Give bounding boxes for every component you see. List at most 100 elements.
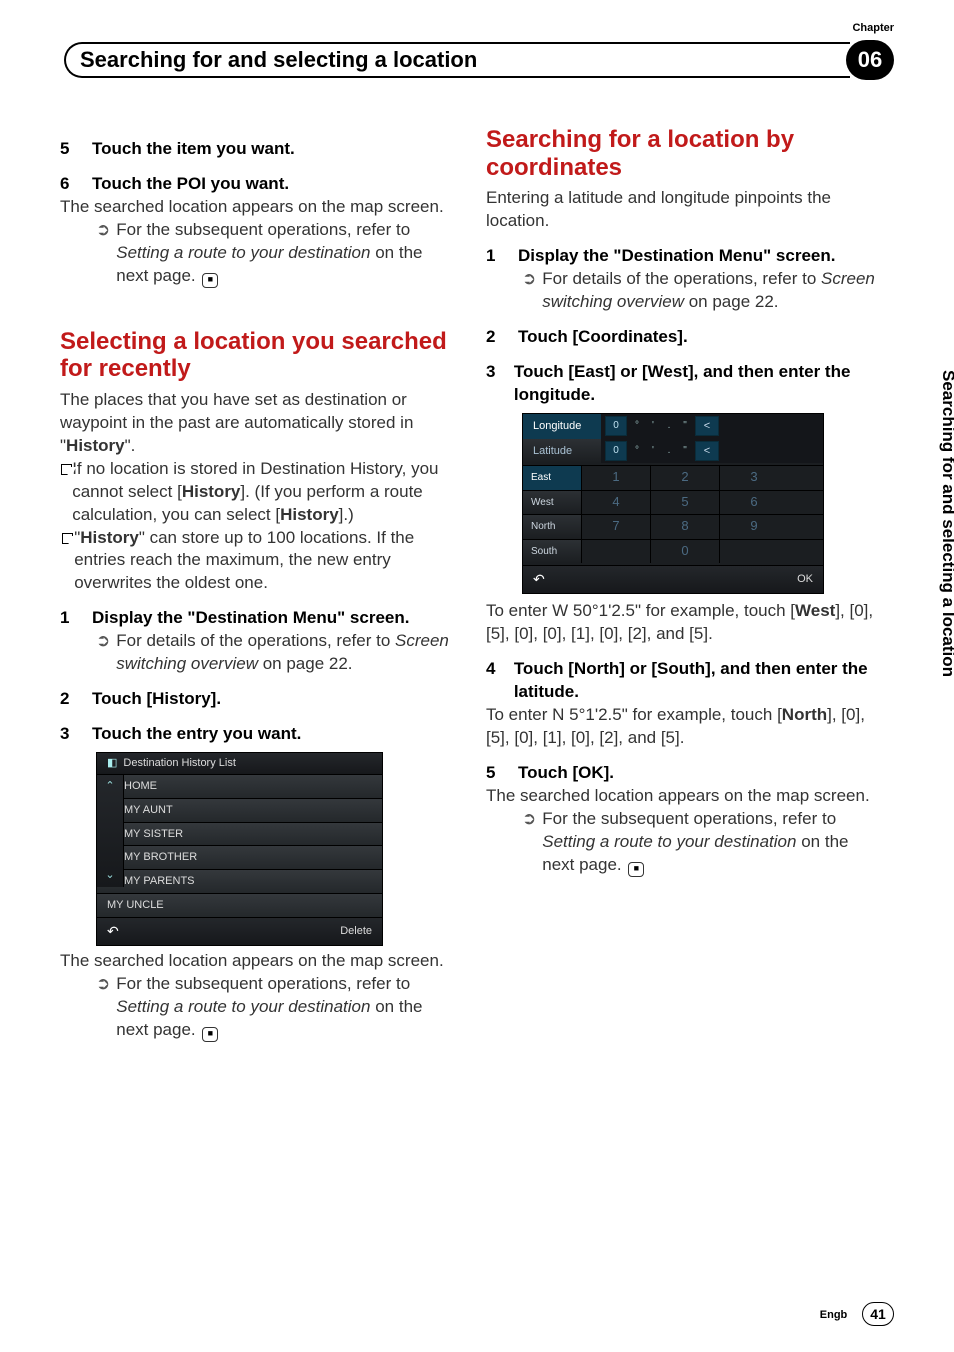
xref-text: on page 22. (258, 654, 353, 673)
section-title: Searching for and selecting a location (80, 47, 477, 73)
step-text: Touch the POI you want. (92, 173, 289, 196)
page-header: Chapter Searching for and selecting a lo… (60, 30, 894, 76)
key-3: 3 (719, 466, 788, 490)
crossref-arrow-icon (522, 268, 536, 314)
step-number: 3 (486, 361, 514, 407)
key-blank (581, 540, 650, 564)
note-bullet-icon (60, 458, 72, 527)
slot: 0 (605, 441, 627, 461)
crossref-arrow-icon (96, 219, 110, 288)
key-8: 8 (650, 515, 719, 539)
backspace-icon: < (695, 441, 719, 461)
back-icon: ↶ (107, 922, 119, 941)
west-button: West (523, 491, 581, 515)
xref-text: For the subsequent operations, refer to (116, 220, 410, 239)
left-step-1-note: For details of the operations, refer to … (60, 630, 456, 676)
footer-language: Engb (820, 1309, 848, 1321)
section-heading-coords: Searching for a location by coordinates (486, 126, 882, 181)
list-item: MY AUNT (97, 799, 382, 823)
longitude-field: 0 ° ' . " < (601, 414, 823, 439)
key-6: 6 (719, 491, 788, 515)
text: To enter N 5°1'2.5" for example, touch [ (486, 705, 782, 724)
xref-text: For details of the operations, refer to (116, 631, 395, 650)
recent-intro: The places that you have set as destinat… (60, 389, 456, 458)
text: ". (125, 436, 136, 455)
right-step-2: 2 Touch [Coordinates]. (486, 326, 882, 349)
slot: " (679, 442, 691, 460)
key-0: 0 (650, 540, 719, 564)
text-bold: History (280, 505, 339, 524)
text-bold: History (80, 528, 139, 547)
list-item: MY UNCLE (97, 894, 382, 918)
note-bullet-1: If no location is stored in Destination … (60, 458, 456, 527)
right-step-1-note: For details of the operations, refer to … (486, 268, 882, 314)
crossref-arrow-icon (96, 630, 110, 676)
step-number: 1 (486, 245, 518, 268)
list-item: HOME (97, 775, 382, 799)
step-5: 5 Touch the item you want. (60, 138, 456, 161)
key-5: 5 (650, 491, 719, 515)
key-7: 7 (581, 515, 650, 539)
text-bold: History (66, 436, 125, 455)
text: To enter W 50°1'2.5" for example, touch … (486, 601, 795, 620)
xref-text: For details of the operations, refer to (542, 269, 821, 288)
step-text: Touch [Coordinates]. (518, 326, 688, 349)
step-number: 5 (60, 138, 92, 161)
north-button: North (523, 515, 581, 539)
text-bold: West (795, 601, 835, 620)
step-number: 2 (486, 326, 518, 349)
right-step-3: 3 Touch [East] or [West], and then enter… (486, 361, 882, 407)
chapter-label: Chapter (852, 22, 894, 34)
step-number: 1 (60, 607, 92, 630)
right-step-5: 5 Touch [OK]. (486, 762, 882, 785)
step-text: Touch the entry you want. (92, 723, 301, 746)
page-footer: Engb 41 (820, 1302, 894, 1326)
after-history-body: The searched location appears on the map… (60, 950, 456, 973)
latitude-label: Latitude (523, 439, 601, 464)
step-text: Touch [OK]. (518, 762, 614, 785)
slot: 0 (605, 416, 627, 436)
xref-text: on page 22. (684, 292, 779, 311)
left-step-3: 3 Touch the entry you want. (60, 723, 456, 746)
footer-page-number: 41 (862, 1302, 894, 1326)
after-history-note: For the subsequent operations, refer to … (60, 973, 456, 1042)
scrollbar: ⌃ ⌄ (97, 775, 124, 887)
list-item: MY PARENTS (97, 870, 382, 894)
list-item: MY BROTHER (97, 846, 382, 870)
coords-intro: Entering a latitude and longitude pinpoi… (486, 187, 882, 233)
step-text: Display the "Destination Menu" screen. (92, 607, 409, 630)
xref-text: For the subsequent operations, refer to (542, 809, 836, 828)
right-step-5-body: The searched location appears on the map… (486, 785, 882, 808)
history-list-screenshot: ◧ Destination History List ⌃ ⌄ HOME MY A… (96, 752, 383, 946)
text-bold: North (782, 705, 827, 724)
slot: ° (631, 442, 643, 460)
longitude-label: Longitude (523, 414, 601, 439)
side-tab: Searching for and selecting a location (938, 370, 954, 815)
step-text: Touch [North] or [South], and then enter… (514, 658, 882, 704)
slot: " (679, 417, 691, 435)
side-tab-label: Searching for and selecting a location (938, 370, 954, 815)
scroll-up-icon: ⌃ (97, 775, 123, 798)
right-step-1: 1 Display the "Destination Menu" screen. (486, 245, 882, 268)
step-text: Touch [East] or [West], and then enter t… (514, 361, 882, 407)
latitude-field: 0 ° ' . " < (601, 439, 823, 464)
history-title: Destination History List (123, 756, 236, 771)
scroll-down-icon: ⌄ (97, 864, 123, 887)
section-title-bar: Searching for and selecting a location (64, 42, 850, 78)
left-column: 5 Touch the item you want. 6 Touch the P… (60, 126, 456, 1042)
backspace-icon: < (695, 416, 719, 436)
section-end-icon: ■ (202, 1027, 218, 1042)
step-6-body: The searched location appears on the map… (60, 196, 456, 219)
xref-link: Setting a route to your destination (116, 997, 370, 1016)
section-end-icon: ■ (628, 862, 644, 877)
key-4: 4 (581, 491, 650, 515)
step-number: 5 (486, 762, 518, 785)
back-icon: ↶ (533, 570, 545, 589)
step-number: 3 (60, 723, 92, 746)
text: ].) (339, 505, 354, 524)
step-text: Display the "Destination Menu" screen. (518, 245, 835, 268)
right-column: Searching for a location by coordinates … (486, 126, 882, 1042)
step-number: 4 (486, 658, 514, 704)
slot: ° (631, 417, 643, 435)
crossref-arrow-icon (96, 973, 110, 1042)
